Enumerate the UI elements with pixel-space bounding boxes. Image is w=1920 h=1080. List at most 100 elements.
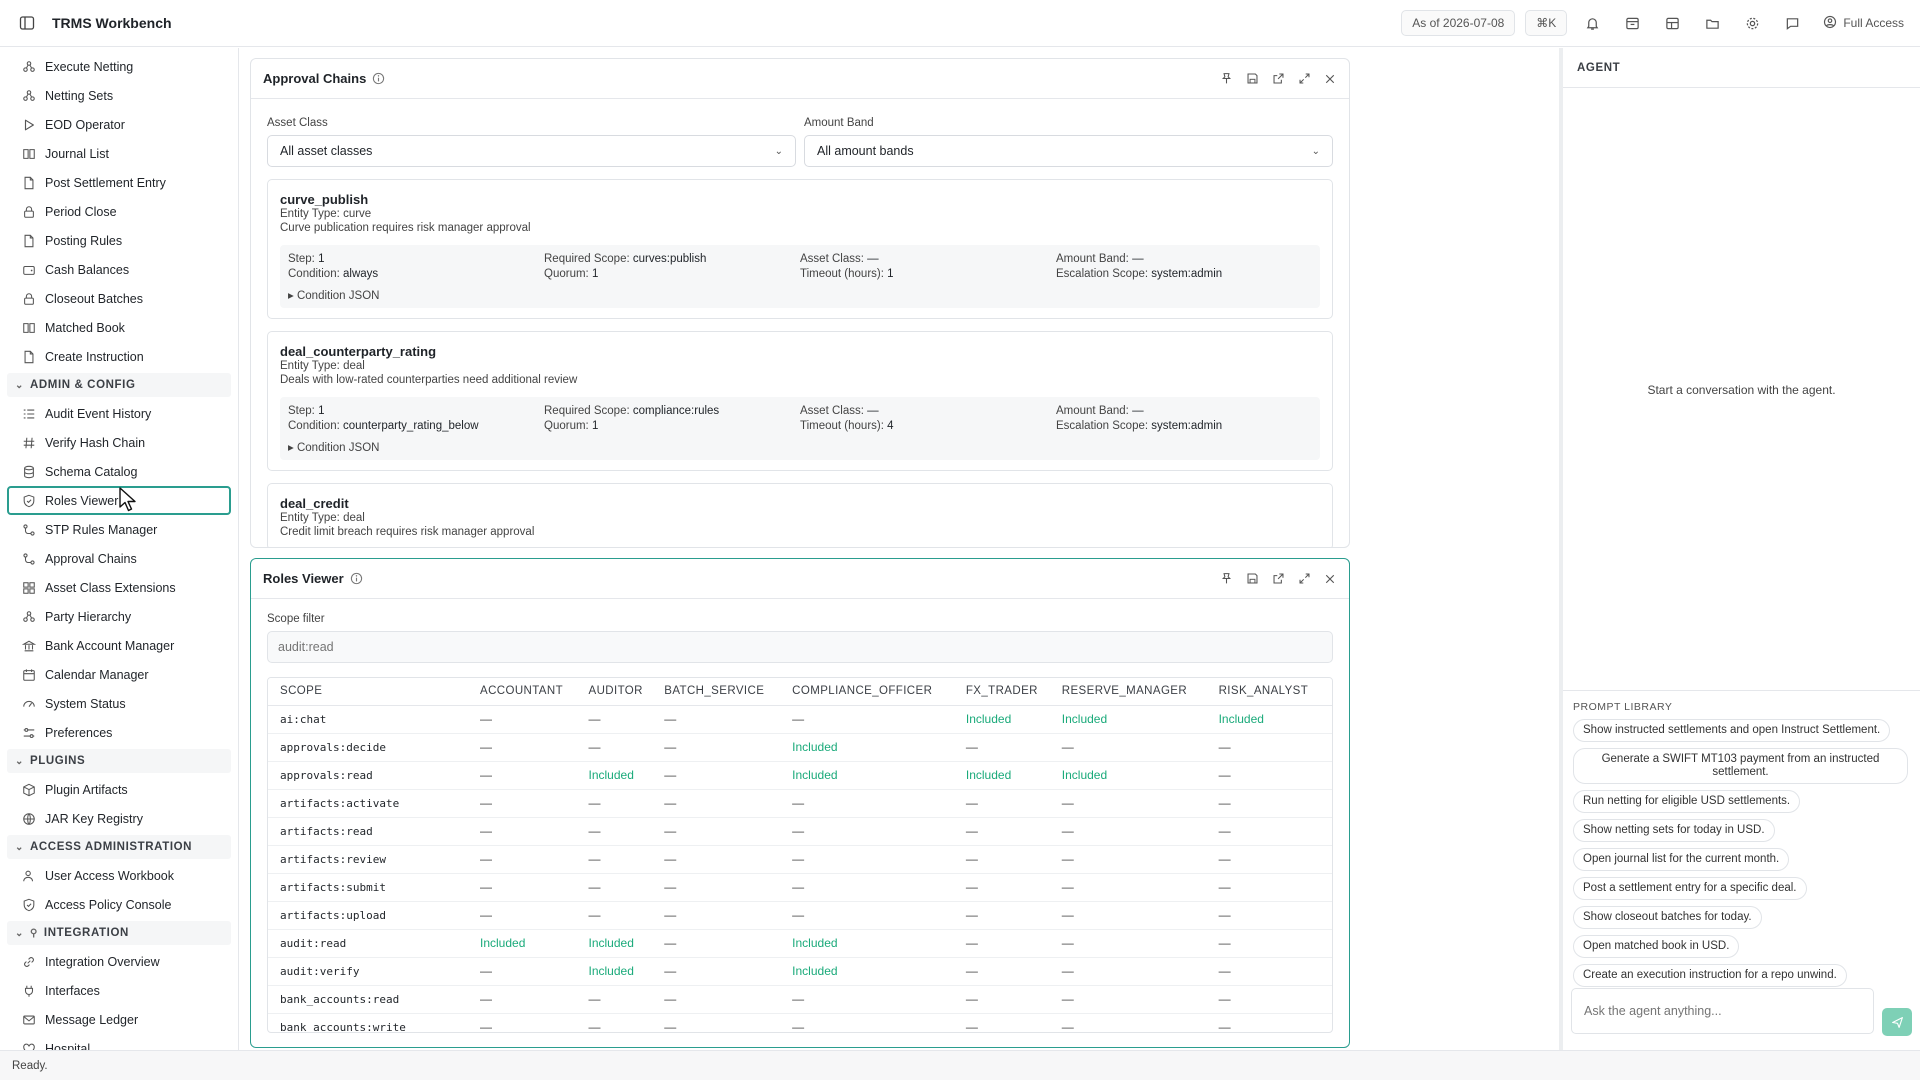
chat-icon[interactable] <box>1781 12 1803 34</box>
external-link-icon[interactable] <box>1271 72 1285 86</box>
sidebar-item-user-access-workbook[interactable]: User Access Workbook <box>7 861 231 890</box>
chevron-down-icon: ⌄ <box>774 145 783 157</box>
sidebar-item-execute-netting[interactable]: Execute Netting <box>7 52 231 81</box>
roles-table-container[interactable]: SCOPE ACCOUNTANT AUDITOR BATCH_SERVICE COMPL… <box>267 677 1333 1033</box>
command-palette-button[interactable]: ⌘K <box>1525 10 1568 36</box>
close-icon[interactable] <box>1323 572 1337 586</box>
close-icon[interactable] <box>1323 72 1337 86</box>
sidebar-item-matched-book[interactable]: Matched Book <box>7 313 231 342</box>
as-of-date-button[interactable]: As of 2026-07-08 <box>1401 10 1516 36</box>
sidebar-item-schema-catalog[interactable]: Schema Catalog <box>7 457 231 486</box>
folder-icon[interactable] <box>1701 12 1723 34</box>
section-plugins[interactable]: ⌄ PLUGINS <box>7 749 231 773</box>
bell-icon[interactable] <box>1581 12 1603 34</box>
column-header[interactable]: RISK_M <box>1322 678 1332 706</box>
gear-icon[interactable] <box>1741 12 1763 34</box>
sidebar-item-eod-operator[interactable]: EOD Operator <box>7 110 231 139</box>
prompt-chip[interactable]: Open matched book in USD. <box>1573 935 1740 958</box>
hash-icon <box>22 436 36 450</box>
prompt-chip[interactable]: Create an execution instruction for a re… <box>1573 964 1847 987</box>
status-bar: Ready. <box>0 1050 1920 1080</box>
pin-icon[interactable] <box>1219 72 1233 86</box>
column-header[interactable]: ACCOUNTANT <box>468 678 577 706</box>
prompt-chip[interactable]: Post a settlement entry for a specific d… <box>1573 877 1807 900</box>
section-admin-config[interactable]: ⌄ ADMIN & CONFIG <box>7 373 231 397</box>
save-icon[interactable] <box>1245 572 1259 586</box>
sidebar-item-stp-rules-manager[interactable]: STP Rules Manager <box>7 515 231 544</box>
prompt-chip[interactable]: Generate a SWIFT MT103 payment from an i… <box>1573 748 1908 784</box>
sidebar-item-cash-balances[interactable]: Cash Balances <box>7 255 231 284</box>
sidebar-item-closeout-batches[interactable]: Closeout Batches <box>7 284 231 313</box>
prompt-chip[interactable]: Open journal list for the current month. <box>1573 848 1790 871</box>
chain-card: curve_publish Entity Type: curve Curve p… <box>267 179 1333 319</box>
column-header[interactable]: RISK_ANALYST <box>1206 678 1323 706</box>
column-header[interactable]: COMPLIANCE_OFFICER <box>780 678 954 706</box>
column-header[interactable]: BATCH_SERVICE <box>652 678 781 706</box>
sidebar-item-post-settlement-entry[interactable]: Post Settlement Entry <box>7 168 231 197</box>
sidebar-item-asset-class-extensions[interactable]: Asset Class Extensions <box>7 573 231 602</box>
sidebar-item-label: Preferences <box>45 725 113 740</box>
sidebar-item-audit-event-history[interactable]: Audit Event History <box>7 399 231 428</box>
sidebar-item-hospital[interactable]: Hospital <box>7 1034 231 1050</box>
info-icon[interactable] <box>372 72 386 86</box>
agent-input[interactable] <box>1571 988 1874 1034</box>
sidebar-item-period-close[interactable]: Period Close <box>7 197 231 226</box>
sidebar-item-posting-rules[interactable]: Posting Rules <box>7 226 231 255</box>
pin-icon[interactable] <box>1219 572 1233 586</box>
access-level-button[interactable]: Full Access <box>1823 15 1904 32</box>
maximize-icon[interactable] <box>1297 572 1311 586</box>
sidebar-toggle-icon[interactable] <box>16 12 38 34</box>
save-icon[interactable] <box>1245 72 1259 86</box>
sidebar-item-netting-sets[interactable]: Netting Sets <box>7 81 231 110</box>
prompt-chip[interactable]: Show instructed settlements and open Ins… <box>1573 719 1891 742</box>
column-header[interactable]: RESERVE_MANAGER <box>1049 678 1207 706</box>
scope-cell: ai:chat <box>268 705 468 734</box>
role-cell: — <box>652 1013 781 1032</box>
role-cell: — <box>652 733 781 762</box>
scope-cell: artifacts:read <box>268 817 468 846</box>
sidebar-item-access-policy-console[interactable]: Access Policy Console <box>7 890 231 919</box>
external-link-icon[interactable] <box>1271 572 1285 586</box>
prompt-chip[interactable]: Show netting sets for today in USD. <box>1573 819 1775 842</box>
sidebar-item-plugin-artifacts[interactable]: Plugin Artifacts <box>7 775 231 804</box>
scope-filter-input[interactable] <box>267 631 1333 663</box>
prompt-chip[interactable]: Show closeout batches for today. <box>1573 906 1762 929</box>
info-icon[interactable] <box>350 572 364 586</box>
sidebar-item-label: Journal List <box>45 146 109 161</box>
sidebar-item-journal-list[interactable]: Journal List <box>7 139 231 168</box>
section-integration[interactable]: ⌄ ⚲ INTEGRATION <box>7 921 231 945</box>
sidebar-item-calendar-manager[interactable]: Calendar Manager <box>7 660 231 689</box>
sidebar-item-bank-account-manager[interactable]: Bank Account Manager <box>7 631 231 660</box>
sidebar-item-interfaces[interactable]: Interfaces <box>7 976 231 1005</box>
sidebar-item-party-hierarchy[interactable]: Party Hierarchy <box>7 602 231 631</box>
column-header[interactable]: AUDITOR <box>576 678 653 706</box>
sidebar-item-preferences[interactable]: Preferences <box>7 718 231 747</box>
column-header[interactable]: FX_TRADER <box>953 678 1050 706</box>
role-cell: — <box>1322 789 1332 818</box>
sidebar-item-approval-chains[interactable]: Approval Chains <box>7 544 231 573</box>
role-cell: — <box>1206 733 1323 762</box>
column-header[interactable]: SCOPE <box>268 678 468 706</box>
table-row: bank_accounts:write———————— <box>268 1013 1332 1032</box>
chevron-down-icon: ⌄ <box>15 841 24 853</box>
asset-class-select[interactable]: All asset classes ⌄ <box>267 135 796 167</box>
sidebar-item-integration-overview[interactable]: Integration Overview <box>7 947 231 976</box>
sidebar-item-label: Roles Viewer <box>45 493 119 508</box>
condition-json-toggle[interactable]: ▸ Condition JSON <box>288 440 1312 454</box>
prompt-chip[interactable]: Run netting for eligible USD settlements… <box>1573 790 1801 813</box>
amount-band-select[interactable]: All amount bands ⌄ <box>804 135 1333 167</box>
sidebar-item-system-status[interactable]: System Status <box>7 689 231 718</box>
sidebar-item-message-ledger[interactable]: Message Ledger <box>7 1005 231 1034</box>
condition-json-toggle[interactable]: ▸ Condition JSON <box>288 288 1312 302</box>
sidebar-item-create-instruction[interactable]: Create Instruction <box>7 342 231 371</box>
section-access-administration[interactable]: ⌄ ACCESS ADMINISTRATION <box>7 835 231 859</box>
maximize-icon[interactable] <box>1297 72 1311 86</box>
send-button[interactable] <box>1882 1008 1912 1036</box>
flow-icon <box>22 523 36 537</box>
sidebar-item-verify-hash-chain[interactable]: Verify Hash Chain <box>7 428 231 457</box>
escalation-scope-label: Escalation Scope: <box>1056 420 1149 432</box>
archive-icon[interactable] <box>1621 12 1643 34</box>
sidebar-item-jar-key-registry[interactable]: JAR Key Registry <box>7 804 231 833</box>
timeout-value: 4 <box>887 420 894 432</box>
layout-icon[interactable] <box>1661 12 1683 34</box>
